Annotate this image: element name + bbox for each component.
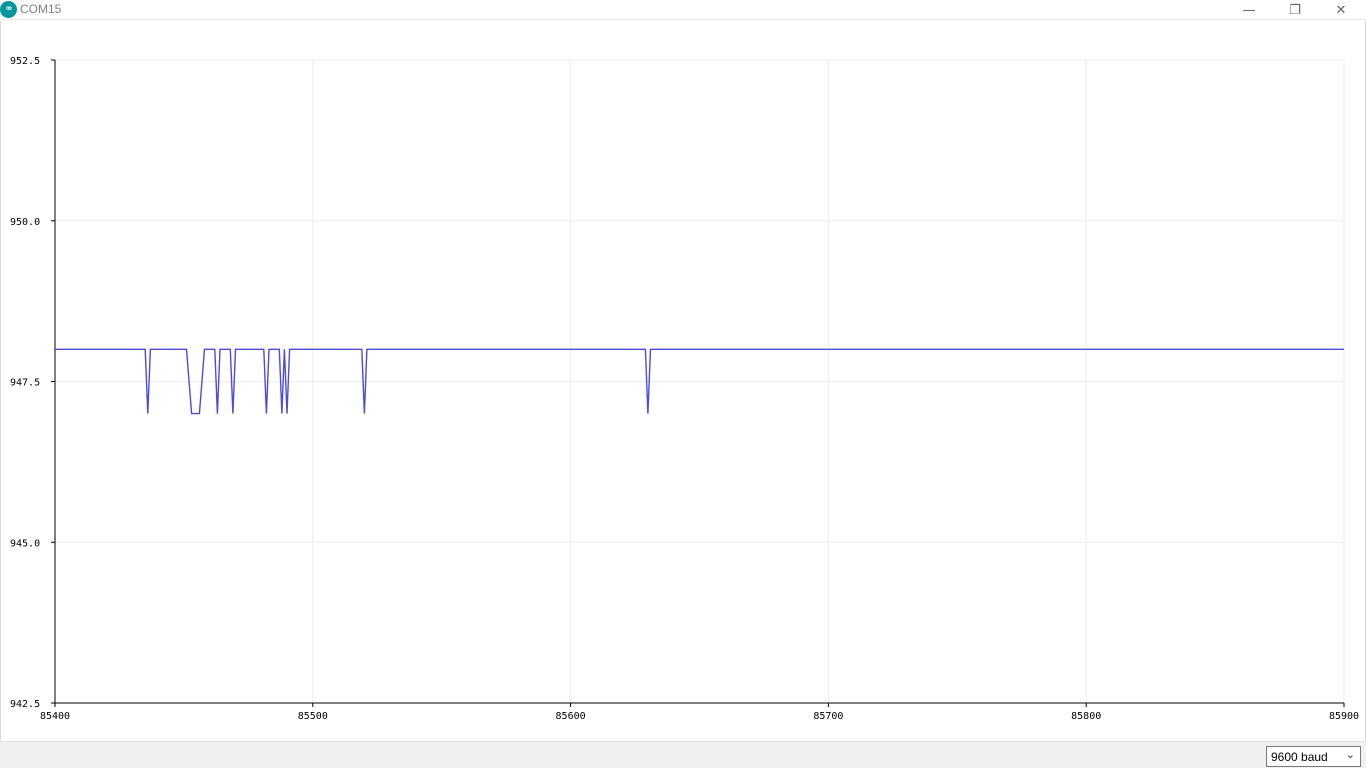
maximize-button[interactable]: ❐ <box>1272 0 1318 20</box>
tick-labels: 85400 85500 85600 85700 85800 85900 952.5 950.0… <box>10 56 1359 722</box>
serial-plotter-area: 85400 85500 85600 85700 85800 85900 952.5 950.0… <box>0 21 1366 741</box>
y-tick-label: 947.5 <box>10 378 40 389</box>
y-tick-label: 952.5 <box>10 56 40 67</box>
x-tick-label: 85600 <box>556 711 586 722</box>
plot-chart: 85400 85500 85600 85700 85800 85900 952.5 950.0… <box>10 56 1359 722</box>
arduino-logo-icon: ∞ <box>0 1 17 18</box>
grid <box>54 59 1345 704</box>
window-title: COM15 <box>20 2 62 16</box>
baud-rate-value: 9600 baud <box>1271 749 1328 764</box>
x-tick-label: 85700 <box>813 711 843 722</box>
minimize-button[interactable]: — <box>1226 0 1272 20</box>
y-tick-label: 945.0 <box>10 538 40 549</box>
x-tick-label: 85500 <box>298 711 328 722</box>
y-tick-label: 942.5 <box>10 699 40 710</box>
chevron-down-icon: ⌄ <box>1345 749 1355 761</box>
axes <box>51 59 1345 707</box>
x-tick-label: 85900 <box>1329 711 1359 722</box>
x-tick-label: 85400 <box>40 711 70 722</box>
title-bar: ∞ COM15 — ❐ ✕ <box>0 0 1366 20</box>
baud-rate-select[interactable]: 9600 baud ⌄ <box>1266 746 1361 767</box>
bottom-bar: 9600 baud ⌄ <box>0 741 1366 768</box>
x-tick-label: 85800 <box>1071 711 1101 722</box>
y-tick-label: 950.0 <box>10 217 40 228</box>
close-button[interactable]: ✕ <box>1318 0 1364 20</box>
